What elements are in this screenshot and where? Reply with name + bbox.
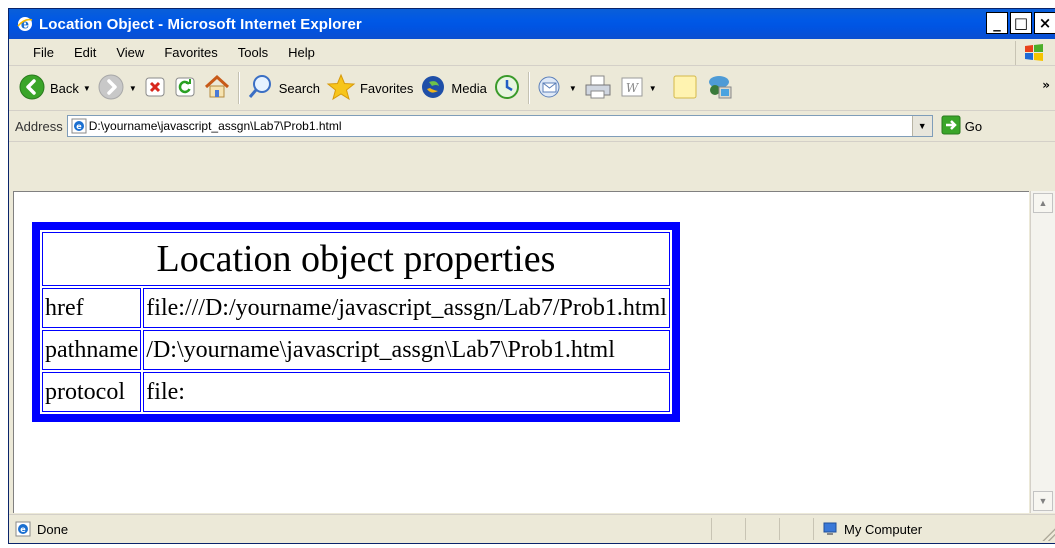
search-label: Search xyxy=(278,80,320,96)
property-name: pathname xyxy=(42,330,142,370)
back-label: Back xyxy=(50,80,79,96)
property-value: /D:\yourname\javascript_assgn\Lab7\Prob1… xyxy=(143,330,670,370)
menu-file[interactable]: File xyxy=(9,45,64,60)
home-icon xyxy=(203,73,231,104)
maximize-button[interactable]: □ xyxy=(1010,12,1032,34)
ie-page-icon: e xyxy=(15,521,31,537)
status-panel xyxy=(711,518,745,540)
svg-text:e: e xyxy=(20,525,26,534)
scroll-down-button[interactable]: ▼ xyxy=(1033,491,1053,511)
toolbar-overflow-button[interactable]: » xyxy=(1042,78,1050,92)
edit-dropdown-icon[interactable]: ▼ xyxy=(649,84,657,93)
menu-favorites[interactable]: Favorites xyxy=(154,45,227,60)
back-dropdown-icon[interactable]: ▼ xyxy=(83,84,91,93)
menu-edit[interactable]: Edit xyxy=(64,45,106,60)
status-text-panel: e Done xyxy=(15,521,711,537)
media-icon xyxy=(419,73,447,104)
print-icon xyxy=(583,73,613,104)
favorites-button[interactable]: Favorites xyxy=(323,71,416,105)
vertical-scrollbar[interactable]: ▲ ▼ xyxy=(1030,191,1055,513)
menu-help[interactable]: Help xyxy=(278,45,325,60)
menu-view[interactable]: View xyxy=(106,45,154,60)
address-field[interactable]: e ▼ xyxy=(66,115,933,137)
scroll-up-button[interactable]: ▲ xyxy=(1033,193,1053,213)
address-input[interactable] xyxy=(86,117,889,135)
discuss-button[interactable] xyxy=(668,71,702,105)
status-panel xyxy=(779,518,813,540)
mail-icon xyxy=(537,74,565,103)
print-button[interactable] xyxy=(580,71,616,105)
svg-text:e: e xyxy=(76,122,82,131)
page-viewport: Location object properties href file:///… xyxy=(13,191,1029,513)
stop-button[interactable] xyxy=(140,71,170,105)
toolbar-separator xyxy=(527,72,530,104)
edit-word-button[interactable]: W ▼ xyxy=(616,71,660,105)
zone-panel: My Computer xyxy=(813,518,982,540)
folder-icon xyxy=(671,73,699,104)
close-button[interactable]: × xyxy=(1034,12,1055,34)
mail-button[interactable]: ▼ xyxy=(534,71,580,105)
back-icon xyxy=(18,73,46,104)
my-computer-icon xyxy=(822,521,838,537)
page-area: Location object properties href file:///… xyxy=(9,181,1055,517)
minimize-button[interactable]: _ xyxy=(986,12,1008,34)
address-bar: Address e ▼ Go xyxy=(9,111,1055,142)
status-bar: e Done My Computer xyxy=(9,514,1055,543)
history-button[interactable] xyxy=(490,71,524,105)
go-button[interactable]: Go xyxy=(941,115,982,138)
status-text: Done xyxy=(37,521,69,537)
resize-grip[interactable] xyxy=(1042,527,1055,541)
table-row: pathname /D:\yourname\javascript_assgn\L… xyxy=(42,330,670,370)
messenger-button[interactable] xyxy=(702,71,738,105)
messenger-icon xyxy=(705,72,735,105)
forward-button[interactable]: ▼ xyxy=(94,71,140,105)
history-icon xyxy=(493,73,521,104)
address-label: Address xyxy=(15,118,63,134)
home-button[interactable] xyxy=(200,71,234,105)
svg-text:W: W xyxy=(626,81,640,95)
forward-dropdown-icon[interactable]: ▼ xyxy=(129,84,137,93)
go-arrow-icon xyxy=(941,115,961,138)
table-caption: Location object properties xyxy=(42,232,670,286)
forward-icon xyxy=(97,73,125,104)
table-caption-row: Location object properties xyxy=(42,232,670,286)
search-button[interactable]: Search xyxy=(244,71,323,105)
menu-tools[interactable]: Tools xyxy=(228,45,278,60)
menu-bar: File Edit View Favorites Tools Help xyxy=(9,39,1055,66)
toolbar-separator xyxy=(237,72,240,104)
zone-label: My Computer xyxy=(844,521,923,537)
browser-window: e Location Object - Microsoft Internet E… xyxy=(8,8,1055,544)
go-label: Go xyxy=(964,118,983,134)
page-icon: e xyxy=(71,118,87,134)
table-row: protocol file: xyxy=(42,372,670,412)
favorites-label: Favorites xyxy=(359,80,414,96)
ie-icon: e xyxy=(17,16,33,33)
back-button[interactable]: Back ▼ xyxy=(15,71,94,105)
word-icon: W xyxy=(619,75,645,102)
property-name: href xyxy=(42,288,142,328)
mail-dropdown-icon[interactable]: ▼ xyxy=(569,84,577,93)
address-dropdown-icon[interactable]: ▼ xyxy=(911,116,932,136)
search-icon xyxy=(247,73,275,104)
stop-icon xyxy=(143,75,167,102)
refresh-icon xyxy=(173,75,197,102)
table-row: href file:///D:/yourname/javascript_assg… xyxy=(42,288,670,328)
favorites-star-icon xyxy=(326,73,356,104)
standard-toolbar: Back ▼ ▼ Search Favorites Media ▼ W ▼ » xyxy=(9,66,1055,111)
status-panel xyxy=(745,518,779,540)
property-value: file:///D:/yourname/javascript_assgn/Lab… xyxy=(143,288,670,328)
refresh-button[interactable] xyxy=(170,71,200,105)
property-value: file: xyxy=(143,372,670,412)
window-title: Location Object - Microsoft Internet Exp… xyxy=(39,15,362,33)
windows-logo-icon xyxy=(1015,41,1052,65)
title-bar[interactable]: e Location Object - Microsoft Internet E… xyxy=(9,9,1055,39)
property-name: protocol xyxy=(42,372,142,412)
media-button[interactable]: Media xyxy=(416,71,489,105)
media-label: Media xyxy=(451,80,487,96)
window-controls: _ □ × xyxy=(986,12,1055,34)
location-table: Location object properties href file:///… xyxy=(32,222,680,422)
